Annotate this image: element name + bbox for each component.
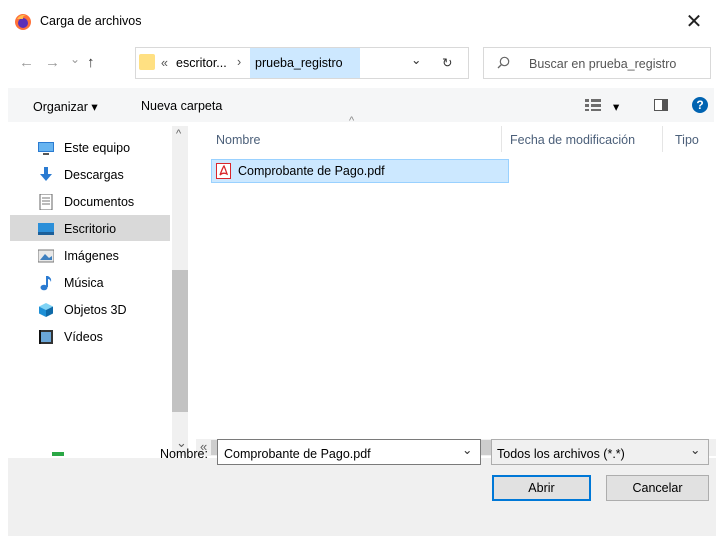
toolbar	[8, 88, 714, 122]
sidebar-item-documentos[interactable]: Documentos	[30, 189, 170, 215]
file-name[interactable]: Comprobante de Pago.pdf	[238, 164, 385, 178]
column-divider[interactable]	[501, 126, 502, 152]
up-icon[interactable]: ↑	[87, 54, 95, 71]
file-name-label: Nombre:	[160, 447, 208, 461]
file-name-dropdown-icon[interactable]: ⌄	[462, 442, 472, 457]
music-icon	[40, 276, 52, 291]
sidebar-item-objetos-3d[interactable]: Objetos 3D	[30, 297, 170, 323]
sidebar-scrollbar-thumb[interactable]	[172, 270, 188, 412]
file-name-value: Comprobante de Pago.pdf	[224, 447, 371, 461]
close-icon[interactable]: ✕	[680, 8, 708, 36]
organize-menu[interactable]: Organizar ▾	[33, 99, 98, 114]
view-dropdown-icon[interactable]: ▾	[613, 99, 619, 114]
breadcrumb-prueba-registro[interactable]: prueba_registro	[255, 56, 343, 70]
sidebar-item-label: Este equipo	[64, 141, 131, 155]
search-icon	[497, 56, 510, 72]
sidebar-item-descargas[interactable]: Descargas	[30, 162, 170, 188]
computer-icon	[38, 142, 54, 155]
sidebar-item-escritorio[interactable]: Escritorio	[30, 216, 170, 242]
column-name[interactable]: Nombre	[216, 133, 260, 147]
sort-ascending-icon: ^	[349, 115, 355, 127]
pictures-icon	[38, 249, 54, 263]
download-icon	[40, 167, 52, 181]
scroll-up-icon[interactable]: ^	[176, 128, 181, 140]
column-modified[interactable]: Fecha de modificación	[510, 133, 635, 147]
breadcrumb-separator: ›	[237, 55, 242, 69]
preview-pane-icon[interactable]	[654, 99, 668, 111]
cube-icon	[39, 303, 53, 317]
title-bar: Carga de archivos ✕	[0, 0, 716, 42]
help-icon[interactable]: ?	[692, 97, 708, 113]
breadcrumb-overflow[interactable]: «	[161, 56, 168, 70]
desktop-icon	[38, 223, 54, 235]
view-options-icon[interactable]	[585, 99, 601, 114]
cancel-button[interactable]: Cancelar	[606, 475, 709, 501]
file-type-value: Todos los archivos (*.*)	[497, 447, 625, 461]
sidebar-item-label: Objetos 3D	[64, 303, 127, 317]
document-icon	[39, 194, 53, 210]
sidebar-item-imagenes[interactable]: Imágenes	[30, 243, 170, 269]
file-type-dropdown-icon[interactable]: ⌄	[690, 442, 700, 457]
folder-icon	[139, 54, 155, 70]
sidebar-item-label: Escritorio	[64, 222, 117, 236]
column-type[interactable]: Tipo	[675, 133, 699, 147]
new-folder-button[interactable]: Nueva carpeta	[141, 99, 222, 113]
sidebar-item-musica[interactable]: Música	[30, 270, 170, 296]
sidebar-item-este-equipo[interactable]: Este equipo	[30, 135, 170, 161]
column-divider[interactable]	[662, 126, 663, 152]
search-placeholder: Buscar en prueba_registro	[529, 57, 677, 71]
back-icon[interactable]: ←	[19, 54, 34, 71]
pdf-icon	[216, 163, 231, 179]
open-button[interactable]: Abrir	[492, 475, 591, 501]
recent-locations-icon[interactable]: ⌄	[70, 52, 80, 66]
sidebar-partial-item	[52, 452, 64, 456]
firefox-icon	[14, 13, 32, 31]
video-icon	[39, 330, 53, 344]
breadcrumb-escritorio[interactable]: escritor...	[176, 56, 227, 70]
window-title: Carga de archivos	[40, 14, 142, 28]
sidebar-item-videos[interactable]: Vídeos	[30, 324, 170, 350]
sidebar-item-label: Música	[64, 276, 104, 290]
sidebar-item-label: Descargas	[64, 168, 124, 182]
address-dropdown-icon[interactable]: ⌄	[411, 52, 421, 67]
sidebar-item-label: Imágenes	[64, 249, 119, 263]
refresh-icon[interactable]: ↻	[442, 55, 452, 70]
sidebar-item-label: Vídeos	[64, 330, 103, 344]
forward-icon[interactable]: →	[45, 54, 60, 71]
sidebar-item-label: Documentos	[64, 195, 135, 209]
